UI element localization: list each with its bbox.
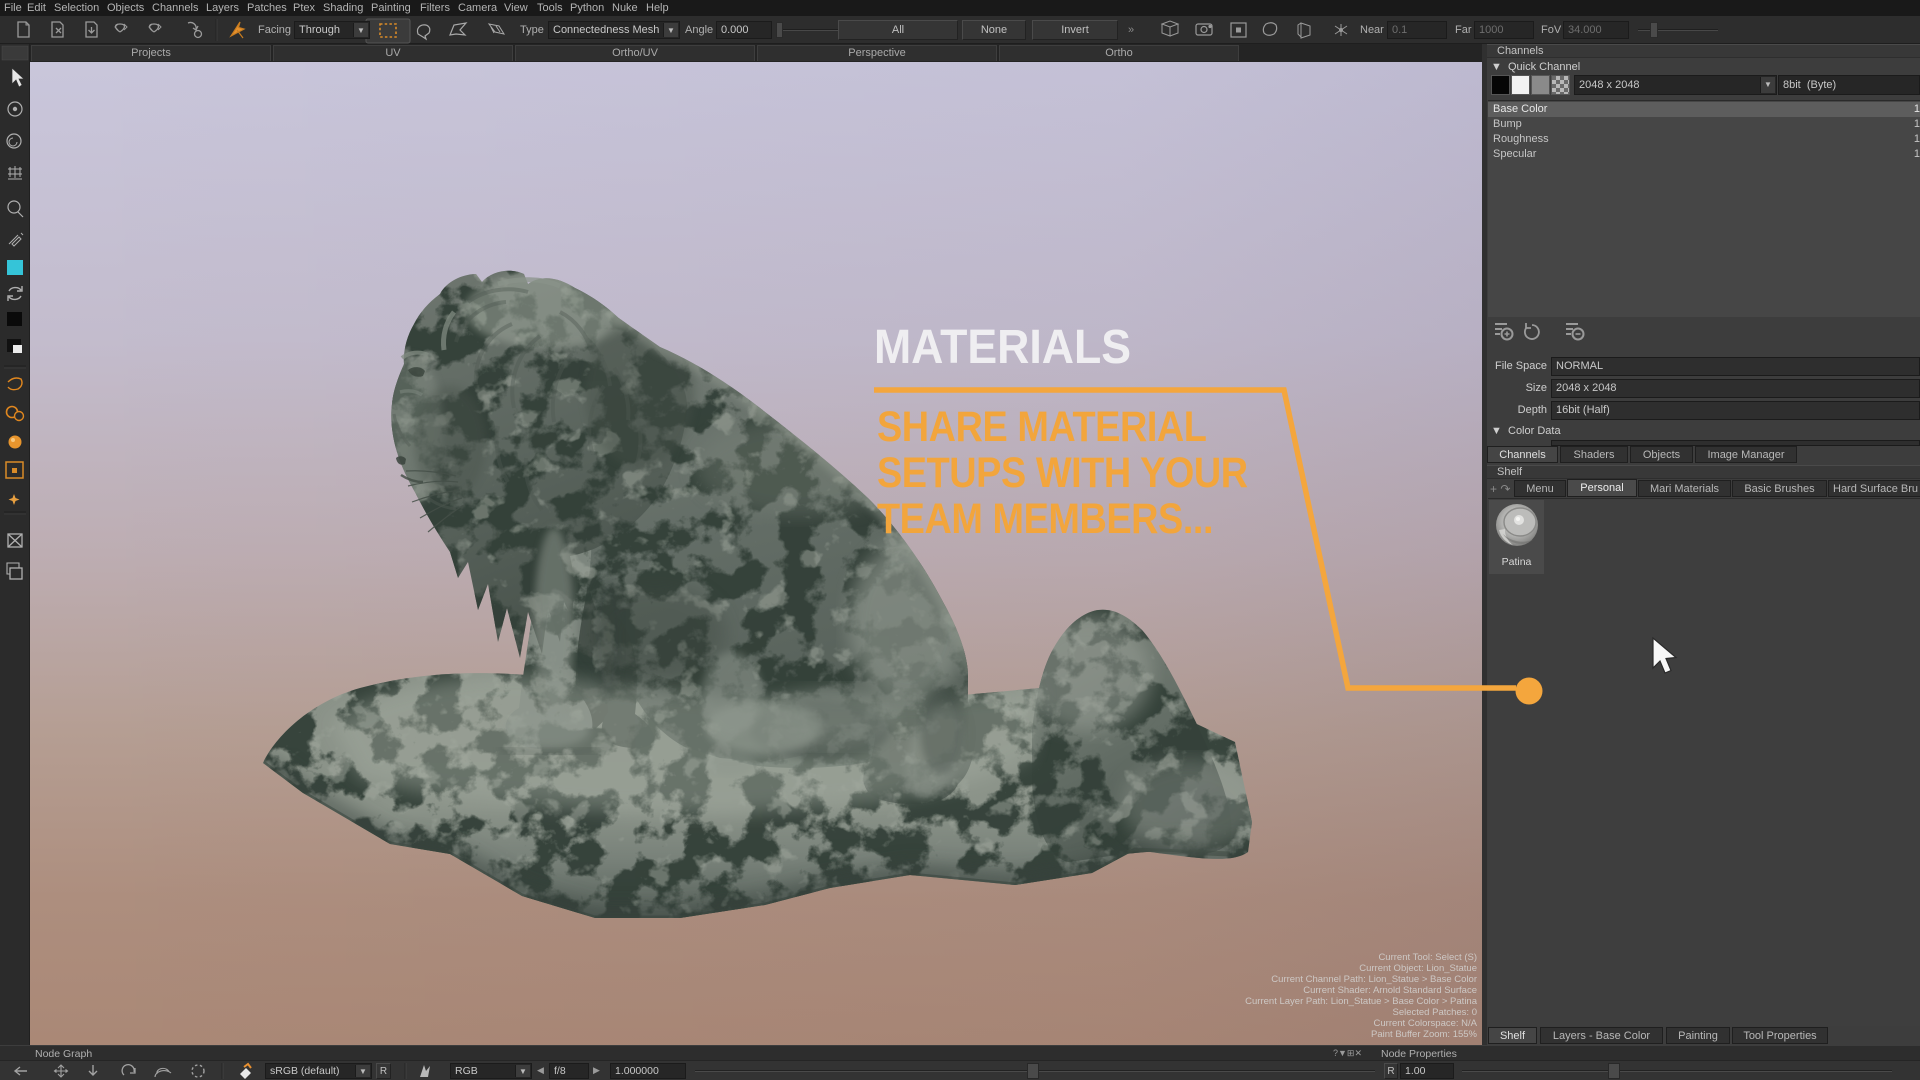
svg-text:Paint Buffer Zoom: 155%: Paint Buffer Zoom: 155% <box>1371 1029 1478 1040</box>
svg-text:Selected Patches: 0: Selected Patches: 0 <box>1393 1007 1478 1018</box>
svg-text:Current Colorspace: N/A: Current Colorspace: N/A <box>1374 1018 1478 1029</box>
svg-text:Current Layer Path: Lion_Statu: Current Layer Path: Lion_Statue > Base C… <box>1245 996 1478 1007</box>
svg-text:Current Channel Path: Lion_Sta: Current Channel Path: Lion_Statue > Base… <box>1271 974 1477 985</box>
svg-text:Current Object: Lion_Statue: Current Object: Lion_Statue <box>1359 963 1477 974</box>
svg-text:Current Tool: Select (S): Current Tool: Select (S) <box>1378 952 1477 963</box>
svg-text:Current Shader: Arnold Standar: Current Shader: Arnold Standard Surface <box>1303 985 1477 996</box>
